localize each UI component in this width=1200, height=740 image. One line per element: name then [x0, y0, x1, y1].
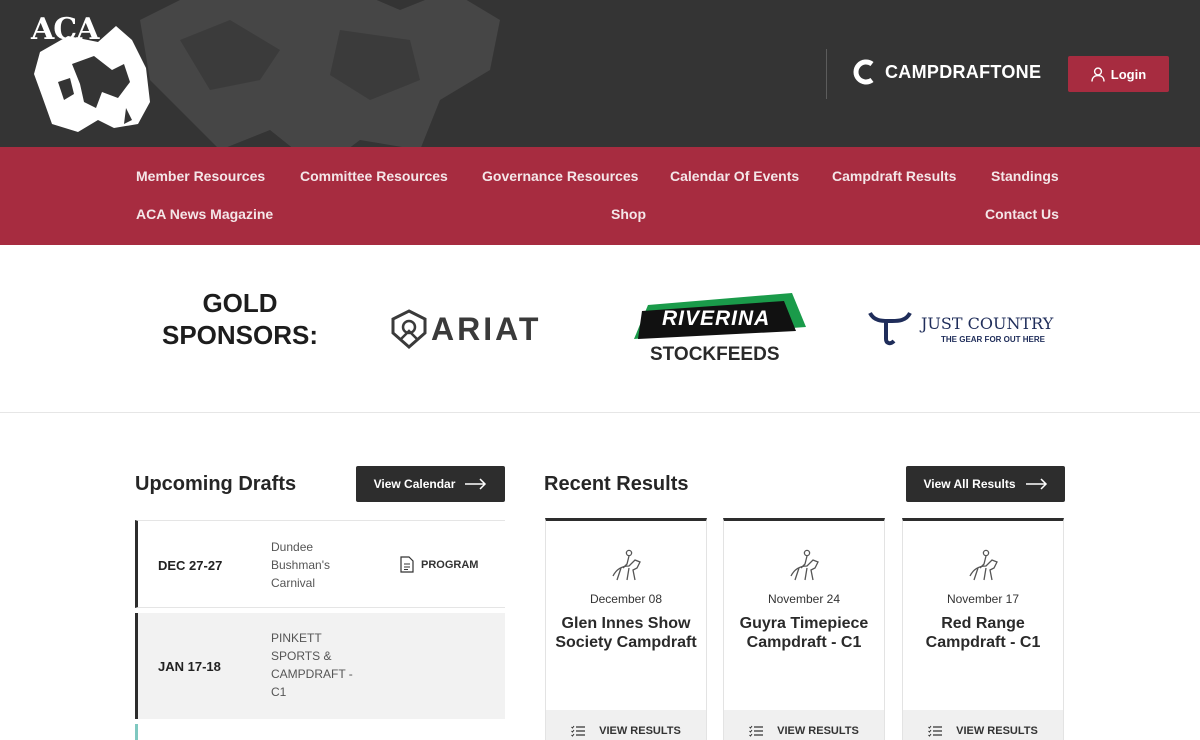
draft-row[interactable]: DEC 27-27 Dundee Bushman's Carnival PROG… [135, 520, 505, 608]
view-all-results-label: View All Results [923, 477, 1016, 491]
list-icon [928, 725, 943, 737]
aca-logo-text: ACA [31, 12, 99, 47]
nav-item-standings[interactable]: Standings [991, 168, 1059, 184]
result-date: November 24 [767, 592, 841, 606]
nav-item-member-resources[interactable]: Member Resources [136, 168, 265, 184]
horse-rider-icon [612, 549, 641, 581]
nav-item-campdraft-results[interactable]: Campdraft Results [832, 168, 956, 184]
nav-item-calendar-of-events[interactable]: Calendar Of Events [670, 168, 799, 184]
aca-logo[interactable]: ACA [28, 12, 158, 138]
campdraftone-link[interactable]: CAMPDRAFTONE [851, 58, 1041, 86]
draft-name: PINKETT SPORTS & CAMPDRAFT - C1 [271, 631, 353, 699]
sponsor-just-country[interactable]: JUST COUNTRY THE GEAR FOR OUT HERE [868, 309, 1053, 349]
view-results-label: VIEW RESULTS [956, 725, 1038, 737]
document-icon [400, 556, 414, 573]
result-title: Glen Innes Show Society Campdraft [555, 615, 697, 651]
sponsor-riverina-stockfeeds[interactable]: RIVERINA STOCKFEEDS [634, 293, 806, 367]
view-results-label: VIEW RESULTS [777, 725, 859, 737]
login-button[interactable]: Login [1068, 56, 1169, 92]
ariat-horse-icon [391, 309, 427, 349]
arrow-right-icon [1025, 478, 1047, 490]
view-results-link[interactable]: VIEW RESULTS [546, 710, 706, 740]
stockfeeds-wordmark: STOCKFEEDS [650, 344, 780, 365]
nav-item-contact-us[interactable]: Contact Us [985, 206, 1059, 222]
draft-row-edge-partial [135, 724, 138, 740]
view-results-label: VIEW RESULTS [599, 725, 681, 737]
nav-item-shop[interactable]: Shop [611, 206, 646, 222]
result-title: Red Range Campdraft - C1 [925, 615, 1041, 651]
campdraftone-c-icon [853, 59, 874, 85]
view-results-link[interactable]: VIEW RESULTS [903, 710, 1063, 740]
nav-item-aca-news-magazine[interactable]: ACA News Magazine [136, 206, 273, 222]
gold-sponsors-title-line1: GOLD [202, 288, 278, 318]
horse-rider-icon [790, 549, 819, 581]
horse-rider-icon [969, 549, 998, 581]
header-divider [826, 49, 827, 99]
australia-map-background [140, 0, 500, 147]
just-country-horns-icon [868, 311, 912, 346]
login-label: Login [1110, 66, 1147, 82]
upcoming-drafts-title: Upcoming Drafts [135, 473, 297, 495]
site-header: ACA CAMPDRAFTONE Login [0, 0, 1200, 147]
recent-results-title: Recent Results [544, 473, 689, 495]
draft-name: Dundee Bushman's Carnival [271, 540, 330, 590]
gold-sponsors-section: GOLD SPONSORS: ARIAT RIVERINA STOCKFEEDS… [0, 245, 1200, 413]
ariat-wordmark: ARIAT [431, 311, 542, 347]
result-date: December 08 [589, 592, 663, 606]
nav-item-committee-resources[interactable]: Committee Resources [300, 168, 448, 184]
draft-program-label: PROGRAM [421, 558, 479, 571]
nav-item-governance-resources[interactable]: Governance Resources [482, 168, 638, 184]
gold-sponsors-title: GOLD SPONSORS: [150, 287, 330, 351]
result-date: November 17 [946, 592, 1020, 606]
just-country-tagline: THE GEAR FOR OUT HERE [941, 335, 1046, 344]
result-card[interactable]: November 17 Red Range Campdraft - C1 VIE… [902, 518, 1064, 740]
just-country-wordmark: JUST COUNTRY [921, 314, 1054, 333]
user-icon [1091, 66, 1105, 82]
arrow-right-icon [465, 478, 487, 490]
view-calendar-button[interactable]: View Calendar [356, 466, 505, 502]
view-calendar-label: View Calendar [373, 477, 456, 491]
sponsor-ariat[interactable]: ARIAT [389, 308, 574, 350]
list-icon [749, 725, 764, 737]
draft-date: DEC 27-27 [158, 558, 223, 573]
view-all-results-button[interactable]: View All Results [906, 466, 1065, 502]
result-card[interactable]: November 24 Guyra Timepiece Campdraft - … [723, 518, 885, 740]
main-nav: Member Resources Committee Resources Gov… [0, 147, 1200, 245]
draft-program-link[interactable]: PROGRAM [400, 556, 478, 573]
campdraftone-label: CAMPDRAFTONE [885, 61, 1042, 82]
riverina-wordmark: RIVERINA [662, 307, 771, 330]
result-title: Guyra Timepiece Campdraft - C1 [739, 615, 869, 651]
gold-sponsors-title-line2: SPONSORS: [161, 320, 319, 350]
list-icon [571, 725, 586, 737]
view-results-link[interactable]: VIEW RESULTS [724, 710, 884, 740]
draft-date: JAN 17-18 [158, 659, 221, 674]
result-card[interactable]: December 08 Glen Innes Show Society Camp… [545, 518, 707, 740]
draft-row[interactable]: JAN 17-18 PINKETT SPORTS & CAMPDRAFT - C… [135, 613, 505, 719]
